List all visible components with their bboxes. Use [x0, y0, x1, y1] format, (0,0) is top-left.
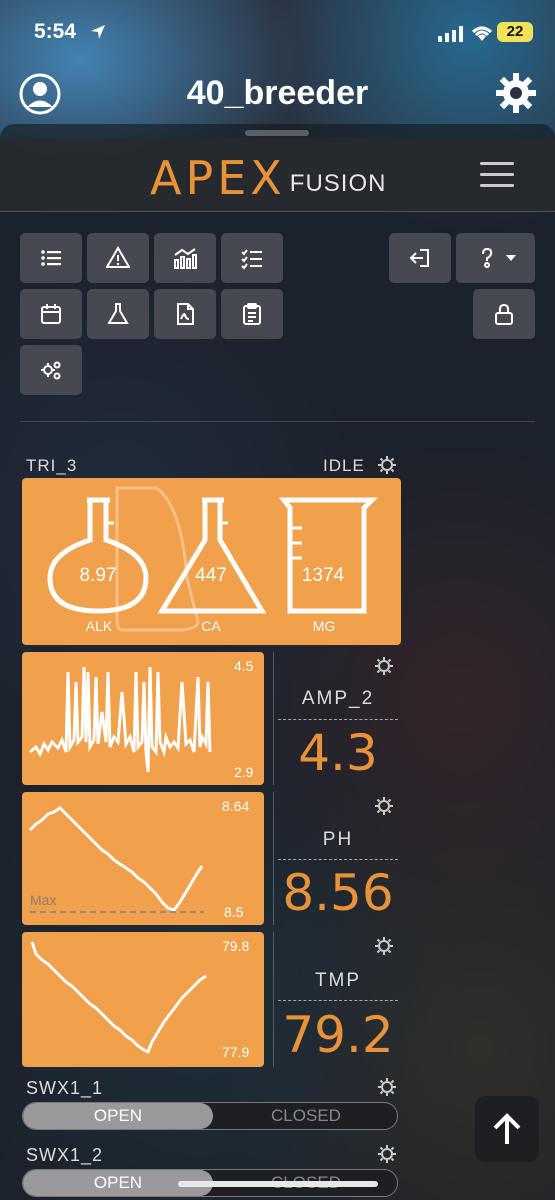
graphs-button[interactable] [154, 233, 216, 283]
pdf-icon [177, 303, 194, 325]
alk-value: 8.97 [79, 565, 117, 586]
hamburger-menu-icon[interactable] [480, 162, 514, 190]
status-bar: 5:54 22 [0, 0, 555, 66]
clipboard-icon [243, 303, 261, 325]
tmp-graph-panel[interactable]: 79.8 77.9 [22, 932, 264, 1067]
location-arrow-icon [91, 25, 105, 39]
page-title: 40_breeder [186, 74, 369, 112]
ph-max-label: Max [30, 892, 57, 908]
calendar-icon [41, 304, 61, 324]
toolbar-divider [20, 421, 535, 422]
amp-sparkline [29, 666, 212, 773]
flask-icon [107, 303, 129, 324]
fusion-logo-text: FUSION [289, 170, 387, 197]
settings-gear-icon[interactable] [494, 71, 538, 115]
tasks-button[interactable] [221, 233, 283, 283]
list-icon [41, 250, 61, 266]
sheet-grabber[interactable] [245, 130, 309, 136]
ph-probe-value: 8.56 [282, 864, 394, 922]
warning-icon [106, 246, 130, 268]
amp-settings-gear-icon[interactable] [374, 656, 394, 676]
trident-name: TRI_3 [26, 456, 78, 475]
help-dropdown-button[interactable] [456, 233, 535, 283]
ph-graph-min: 8.5 [224, 904, 244, 920]
amp-graph-panel[interactable]: 4.5 2.9 [22, 652, 264, 785]
ph-graph-panel[interactable]: Max 8.64 8.5 [22, 792, 264, 925]
notes-button[interactable] [221, 289, 283, 339]
cellular-signal-icon [438, 26, 463, 42]
switch-1-toggle[interactable]: OPEN CLOSED [22, 1102, 398, 1130]
trident-status: IDLE [323, 456, 365, 475]
caret-down-icon [505, 255, 516, 261]
switch-1-closed-option[interactable]: CLOSED [213, 1103, 397, 1129]
switch-1-open-option[interactable]: OPEN [23, 1103, 213, 1129]
ph-probe-name: PH [322, 829, 354, 850]
apex-sheet: APEX FUSION TRI_3 IDLE 8.97 447 1374 ALK… [0, 124, 555, 1200]
amp-probe-name: AMP_2 [301, 688, 375, 709]
help-icon [481, 247, 492, 268]
tmp-settings-gear-icon[interactable] [374, 936, 394, 956]
switch-2-name: SWX1_2 [26, 1145, 104, 1165]
chart-icon [174, 248, 197, 269]
status-time: 5:54 [34, 20, 77, 43]
tmp-dashed-divider [278, 1000, 398, 1001]
amp-dashed-divider [278, 719, 398, 720]
tmp-graph-min: 77.9 [222, 1044, 250, 1060]
ph-settings-gear-icon[interactable] [374, 796, 394, 816]
wifi-icon [472, 26, 492, 41]
reports-button[interactable] [154, 289, 216, 339]
switch-1-name: SWX1_1 [26, 1078, 104, 1098]
ph-graph-max: 8.64 [222, 798, 250, 814]
checklist-icon [241, 249, 262, 270]
amp-graph-max: 4.5 [234, 658, 254, 674]
mg-label: MG [312, 618, 336, 634]
tmp-probe-value: 79.2 [282, 1006, 394, 1064]
mg-value: 1374 [301, 565, 345, 586]
lock-icon [495, 303, 513, 325]
apex-logo-text: APEX [150, 151, 286, 205]
home-indicator[interactable] [178, 1181, 378, 1187]
ca-value: 447 [195, 565, 227, 586]
calendar-button[interactable] [20, 289, 82, 339]
logout-icon [409, 249, 429, 267]
list-button[interactable] [20, 233, 82, 283]
alarms-button[interactable] [87, 233, 149, 283]
app-header: 40_breeder [0, 66, 555, 122]
apex-navbar: APEX FUSION [0, 138, 555, 212]
trident-panel[interactable]: 8.97 447 1374 ALK CA MG [22, 478, 401, 645]
battery-indicator: 22 [497, 22, 533, 42]
lock-button[interactable] [473, 289, 535, 339]
switch-2-settings-gear-icon[interactable] [377, 1144, 397, 1164]
amp-probe-value: 4.3 [298, 724, 378, 782]
tests-button[interactable] [87, 289, 149, 339]
apex-fusion-logo: APEX FUSION [150, 151, 387, 205]
alk-label: ALK [85, 618, 113, 634]
ph-dashed-divider [278, 859, 398, 860]
ca-label: CA [201, 618, 221, 634]
logout-button[interactable] [389, 233, 451, 283]
scroll-to-top-button[interactable] [475, 1096, 539, 1162]
cogs-icon [41, 361, 61, 380]
tmp-probe-name: TMP [314, 970, 362, 991]
trident-settings-gear-icon[interactable] [377, 455, 397, 475]
configuration-button[interactable] [20, 345, 82, 395]
amp-graph-min: 2.9 [234, 764, 254, 780]
switch-1-settings-gear-icon[interactable] [377, 1077, 397, 1097]
arrow-up-icon [493, 1113, 521, 1144]
tmp-graph-max: 79.8 [222, 938, 250, 954]
